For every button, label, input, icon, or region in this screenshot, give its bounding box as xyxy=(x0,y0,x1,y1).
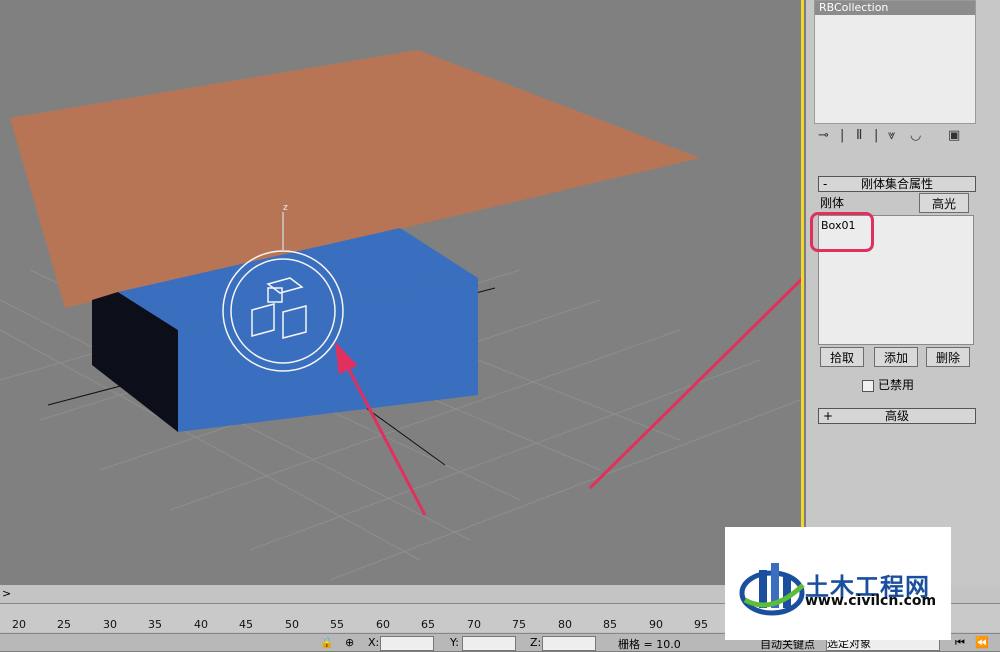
x-coord-field[interactable] xyxy=(380,636,434,651)
watermark-logo: 土木工程网 www.civilcn.com xyxy=(725,527,951,640)
lock-icon[interactable]: ◡ xyxy=(910,128,921,143)
tick-label: 80 xyxy=(558,618,572,631)
next-frame-arrow[interactable]: > xyxy=(2,587,11,600)
scene-canvas[interactable]: z xyxy=(0,0,803,585)
pin-icon[interactable]: ⊸ xyxy=(818,128,829,143)
rollout-rigid-body-properties[interactable]: - 刚体集合属性 xyxy=(818,176,976,192)
disabled-checkbox-row[interactable]: 已禁用 xyxy=(862,376,914,393)
tick-label: 45 xyxy=(239,618,253,631)
tick-label: 50 xyxy=(285,618,299,631)
tick-label: 90 xyxy=(649,618,663,631)
pick-button[interactable]: 拾取 xyxy=(820,347,864,367)
tick-label: 20 xyxy=(12,618,26,631)
tick-label: 65 xyxy=(421,618,435,631)
tick-label: 70 xyxy=(467,618,481,631)
add-button[interactable]: 添加 xyxy=(874,347,918,367)
disabled-checkbox[interactable] xyxy=(862,379,874,392)
rollout-advanced[interactable]: + 高级 xyxy=(818,408,976,424)
x-coord-label: X: xyxy=(368,636,380,649)
perspective-viewport[interactable]: z xyxy=(0,0,803,585)
disabled-checkbox-label: 已禁用 xyxy=(878,378,915,392)
tick-label: 60 xyxy=(376,618,390,631)
tick-label: 25 xyxy=(57,618,71,631)
list-item-rbcollection[interactable]: RBCollection xyxy=(815,1,975,15)
tick-label: 35 xyxy=(148,618,162,631)
viewport-active-border xyxy=(801,0,804,585)
delete-button[interactable]: 删除 xyxy=(926,347,970,367)
selection-list[interactable]: RBCollection xyxy=(814,0,976,124)
tick-label: 40 xyxy=(194,618,208,631)
absolute-mode-icon[interactable]: ⊕ xyxy=(345,636,354,649)
z-axis-label: z xyxy=(283,203,288,213)
tick-label: 55 xyxy=(330,618,344,631)
rollout-title: 高级 xyxy=(884,409,909,423)
tick-label: 75 xyxy=(512,618,526,631)
rigid-body-list-label: 刚体 xyxy=(820,196,845,210)
lock-selection-icon[interactable]: 🔒 xyxy=(320,636,334,649)
tick-label: 30 xyxy=(103,618,117,631)
highlight-button[interactable]: 高光 xyxy=(919,193,969,213)
logo-url: www.civilcn.com xyxy=(805,593,937,609)
y-coord-field[interactable] xyxy=(462,636,516,651)
modifier-stack-toolbar: ⊸ | Ⅱ | ⩔ ◡ ▣ xyxy=(818,128,983,148)
previous-frame-icon[interactable]: ⏪ xyxy=(975,636,989,649)
annotation-highlight-box xyxy=(810,212,874,252)
z-coord-label: Z: xyxy=(530,636,542,649)
tick-label: 85 xyxy=(603,618,617,631)
tuning-fork-icon[interactable]: Ⅱ xyxy=(856,128,862,143)
rollout-title: 刚体集合属性 xyxy=(860,177,933,191)
separator-icon: | xyxy=(874,128,879,143)
tick-label: 95 xyxy=(694,618,708,631)
configure-icon[interactable]: ▣ xyxy=(948,128,960,143)
separator-icon: | xyxy=(840,128,845,143)
hierarchy-icon[interactable]: ⩔ xyxy=(888,128,895,143)
z-coord-field[interactable] xyxy=(542,636,596,651)
expand-toggle[interactable]: + xyxy=(823,409,833,423)
annotation-arrow-2 xyxy=(588,275,803,490)
collapse-toggle[interactable]: - xyxy=(823,177,827,191)
y-coord-label: Y: xyxy=(450,636,459,649)
go-to-start-icon[interactable]: ⏮ xyxy=(955,636,965,650)
